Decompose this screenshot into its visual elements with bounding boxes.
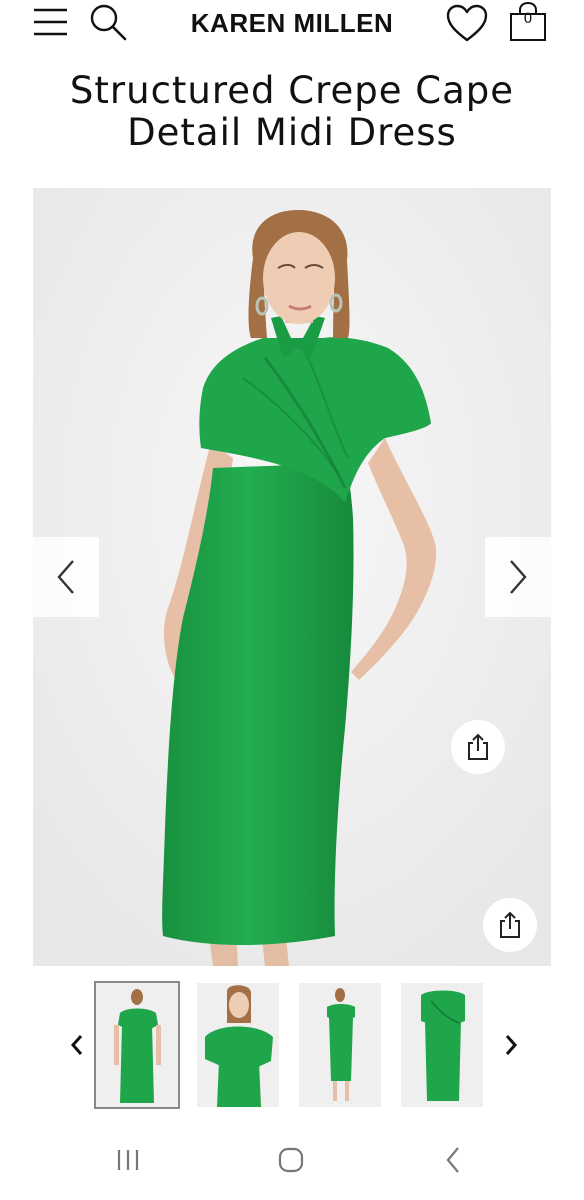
thumbnail-image [299,983,381,1107]
android-navigation-bar [0,1122,584,1200]
share-button[interactable] [451,720,505,774]
back-button[interactable] [424,1136,484,1184]
home-icon [278,1147,304,1173]
search-button[interactable] [86,2,130,42]
thumbnail-4[interactable] [401,983,483,1107]
carousel-next-button[interactable] [485,537,551,617]
home-button[interactable] [261,1136,321,1184]
thumbnail-3[interactable] [299,983,381,1107]
carousel-prev-button[interactable] [33,537,99,617]
chevron-left-icon [70,1035,83,1055]
thumbnail-image [96,983,178,1107]
product-main-image[interactable] [33,188,551,966]
menu-button[interactable] [28,2,72,42]
chevron-right-icon [510,560,527,594]
thumbnail-prev-button[interactable] [62,1028,92,1062]
menu-icon [34,8,67,36]
thumbnail-image [197,983,279,1107]
thumbnail-strip [0,980,584,1112]
bag-count-badge: 0 [523,11,533,27]
thumbnail-next-button[interactable] [496,1028,526,1062]
shopping-bag-button[interactable]: 0 [504,0,552,44]
model-photo [33,188,551,966]
brand-logo[interactable]: KAREN MILLEN [158,6,426,40]
thumbnail-2[interactable] [197,983,279,1107]
back-icon [446,1147,459,1173]
thumbnail-image [401,983,483,1107]
recent-apps-button[interactable] [98,1136,158,1184]
search-icon [90,4,127,41]
recent-apps-icon [117,1150,139,1170]
thumbnail-1[interactable] [94,981,180,1109]
chevron-left-icon [57,560,74,594]
share-button-secondary[interactable] [483,898,537,952]
chevron-right-icon [505,1035,518,1055]
product-title: Structured Crepe Cape Detail Midi Dress [69,69,515,154]
share-icon [500,911,520,938]
site-header: KAREN MILLEN 0 [0,0,584,48]
heart-icon [446,4,488,42]
share-icon [468,733,488,760]
wishlist-button[interactable] [442,0,492,46]
